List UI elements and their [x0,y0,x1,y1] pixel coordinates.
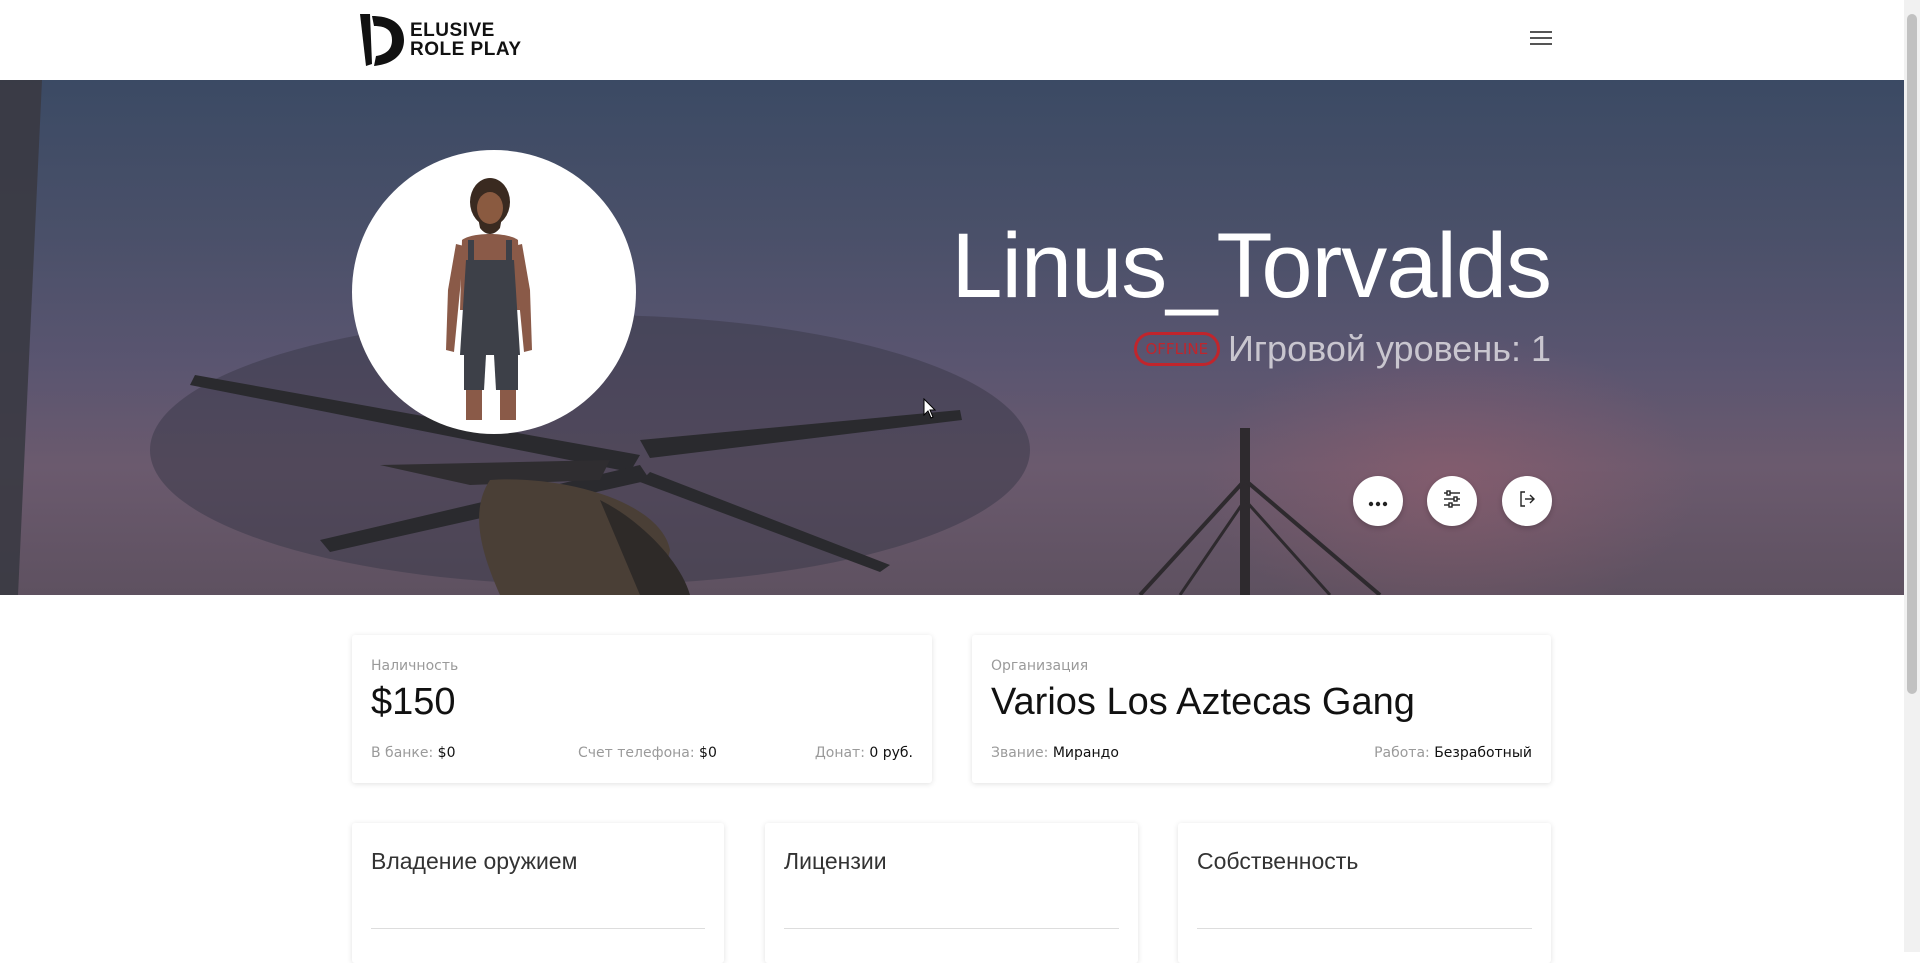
rank-info: Звание: Мирандо [991,745,1119,761]
settings-button[interactable] [1427,476,1477,526]
bank-balance: В банке: $0 [371,745,456,761]
divider [371,928,705,929]
divider [784,928,1119,929]
logo-line-1: ELUSIVE [410,20,495,41]
property-card: Собственность [1178,823,1551,963]
hero-background-scene [0,80,1382,595]
level-text: Игровой уровень: 1 [1228,328,1551,369]
character-skin-image [446,178,532,420]
profile-username: Linus_Torvalds [951,215,1552,317]
site-logo[interactable]: ELUSIVE ROLE PLAY [358,12,522,68]
logo-line-2: ROLE PLAY [410,39,522,60]
cash-label: Наличность [371,658,459,674]
logo-text: ELUSIVE ROLE PLAY [410,21,522,59]
divider [1197,928,1532,929]
settings-sliders-icon [1442,490,1462,512]
more-button[interactable] [1353,476,1403,526]
donate-balance: Донат: 0 руб. [814,745,913,761]
licenses-card: Лицензии [765,823,1138,963]
page-scrollbar[interactable] [1904,0,1920,952]
logout-icon [1518,490,1536,512]
licenses-title: Лицензии [784,848,887,874]
scrollbar-thumb[interactable] [1907,14,1917,694]
weapons-title: Владение оружием [371,848,578,874]
cash-value: $150 [371,681,456,723]
avatar [352,150,636,434]
profile-hero: Linus_Torvalds OFFLINE Игровой уровень: … [0,80,1904,595]
logout-button[interactable] [1502,476,1552,526]
status-badge: OFFLINE [1133,332,1221,366]
more-icon [1368,492,1388,511]
logo-d-icon [358,12,406,68]
weapons-card: Владение оружием [352,823,724,963]
level-row: OFFLINE Игровой уровень: 1 [1133,328,1551,370]
organization-value: Varios Los Aztecas Gang [991,681,1415,723]
top-navbar: ELUSIVE ROLE PLAY [0,0,1904,81]
phone-balance: Счет телефона: $0 [578,745,717,761]
organization-label: Организация [991,658,1089,674]
organization-card: Организация Varios Los Aztecas Gang Зван… [972,635,1551,783]
job-info: Работа: Безработный [1374,745,1532,761]
property-title: Собственность [1197,848,1359,874]
menu-icon[interactable] [1530,31,1552,49]
mouse-cursor-icon [923,398,937,419]
cash-card: Наличность $150 В банке: $0 Счет телефон… [352,635,932,783]
